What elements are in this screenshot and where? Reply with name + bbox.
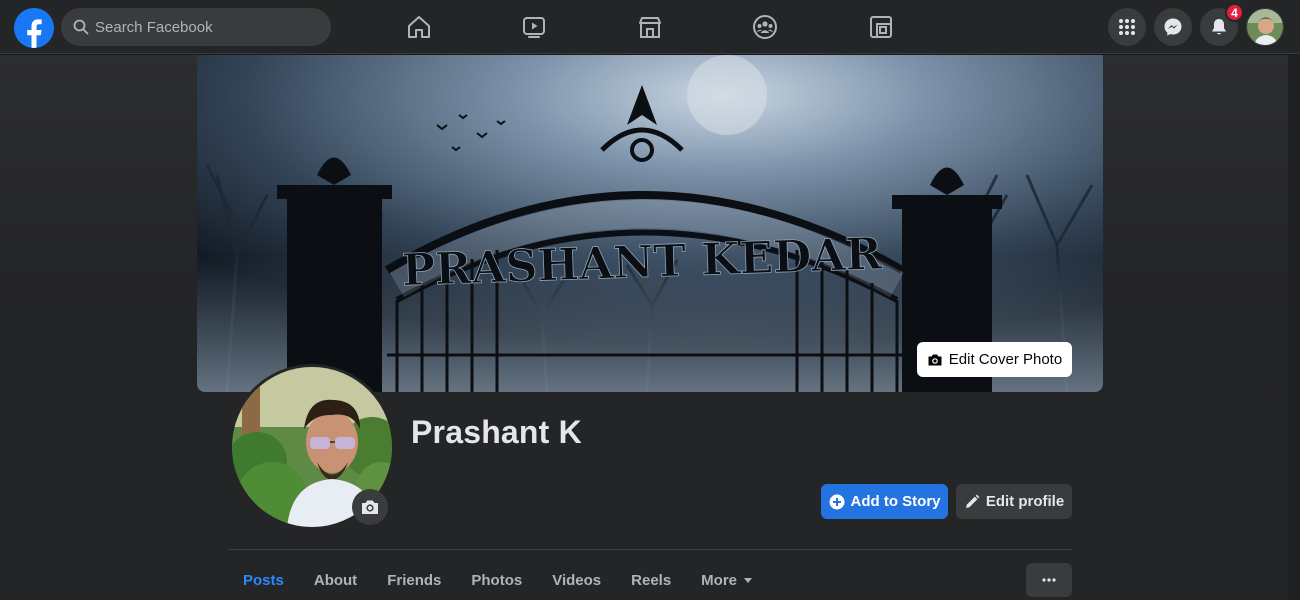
top-navigation-bar: 4	[0, 0, 1300, 54]
tab-reels-label: Reels	[631, 571, 672, 589]
tab-videos-label: Videos	[552, 571, 602, 589]
notification-badge: 4	[1225, 3, 1244, 22]
tab-photos-label: Photos	[471, 571, 523, 589]
update-profile-picture-camera-icon[interactable]	[352, 489, 388, 525]
profile-tabs: Posts About Friends Photos Videos Reels …	[228, 560, 768, 600]
page-scrollbar-track[interactable]	[1288, 55, 1300, 600]
tab-posts[interactable]: Posts	[228, 560, 299, 600]
camera-icon	[928, 354, 942, 365]
tab-more[interactable]: More	[686, 560, 768, 600]
tab-about[interactable]: About	[299, 560, 372, 600]
edit-cover-photo-label: Edit Cover Photo	[948, 351, 1063, 368]
gaming-icon[interactable]	[866, 12, 896, 42]
home-icon[interactable]	[404, 12, 434, 42]
marketplace-icon[interactable]	[635, 12, 665, 42]
messenger-icon[interactable]	[1154, 8, 1192, 46]
edit-profile-label: Edit profile	[985, 493, 1065, 510]
tab-reels[interactable]: Reels	[616, 560, 686, 600]
search-bar[interactable]	[61, 8, 331, 46]
caret-down-icon	[744, 578, 753, 583]
pencil-icon	[965, 494, 980, 508]
tab-photos[interactable]: Photos	[456, 560, 537, 600]
groups-icon[interactable]	[750, 12, 780, 42]
facebook-logo-icon[interactable]	[14, 8, 54, 48]
header-divider	[228, 549, 1072, 550]
ellipsis-icon	[1042, 578, 1056, 582]
add-to-story-label: Add to Story	[850, 493, 941, 510]
watch-icon[interactable]	[519, 12, 549, 42]
search-input[interactable]	[95, 18, 315, 36]
search-icon	[73, 19, 89, 35]
tab-posts-label: Posts	[243, 571, 284, 589]
more-options-button[interactable]	[1026, 563, 1072, 597]
add-to-story-button[interactable]: Add to Story	[821, 484, 948, 519]
edit-profile-button[interactable]: Edit profile	[956, 484, 1072, 519]
menu-grid-icon[interactable]	[1108, 8, 1146, 46]
plus-circle-icon	[829, 494, 844, 509]
edit-cover-photo-button[interactable]: Edit Cover Photo	[917, 342, 1072, 377]
tab-about-label: About	[313, 571, 358, 589]
profile-name: Prashant K	[411, 414, 582, 450]
tab-videos[interactable]: Videos	[537, 560, 616, 600]
account-avatar[interactable]	[1246, 8, 1284, 46]
tab-friends-label: Friends	[387, 571, 442, 589]
tab-more-label: More	[701, 571, 738, 589]
tab-friends[interactable]: Friends	[372, 560, 456, 600]
